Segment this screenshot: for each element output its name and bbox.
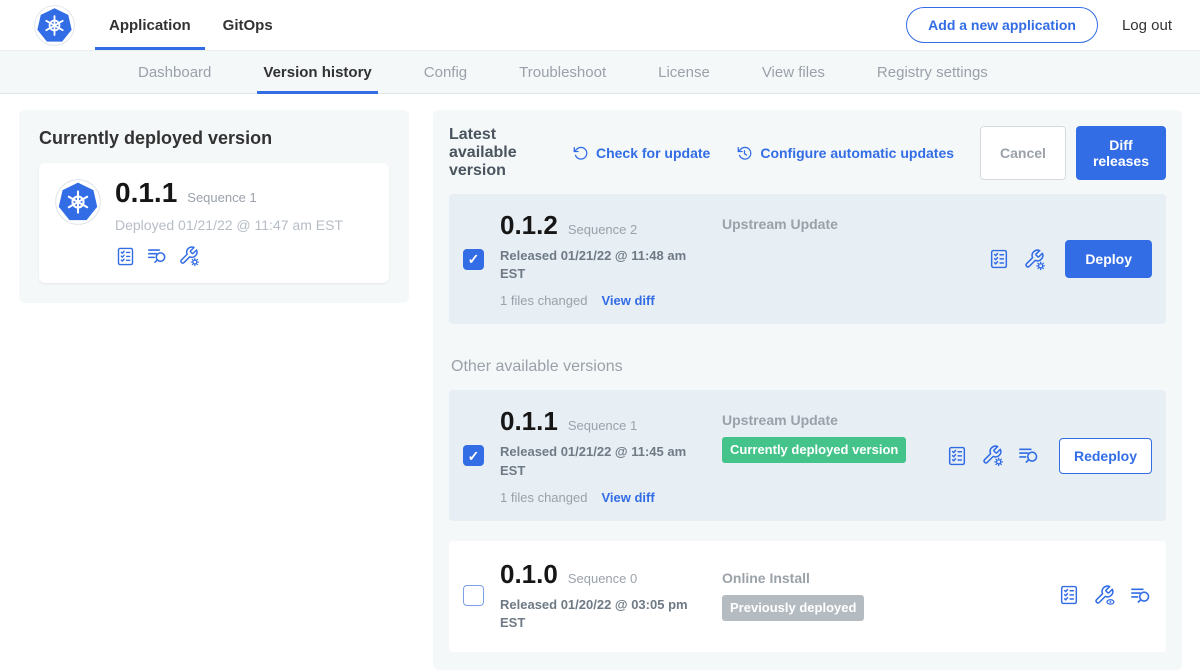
source-label: Online Install bbox=[722, 570, 1058, 586]
version-source: Upstream Update bbox=[720, 216, 988, 232]
version-history-panel: Latest available version Check for updat… bbox=[433, 110, 1182, 670]
diff-releases-button[interactable]: Diff releases bbox=[1076, 126, 1166, 180]
kubernetes-app-icon bbox=[55, 179, 101, 225]
deployed-sequence-label: Sequence 1 bbox=[187, 190, 256, 205]
version-source: Upstream Update Currently deployed versi… bbox=[720, 412, 946, 463]
deployed-timestamp: Deployed 01/21/22 @ 11:47 am EST bbox=[115, 217, 343, 233]
other-versions-title: Other available versions bbox=[451, 358, 1166, 376]
deploy-button[interactable]: Deploy bbox=[1065, 240, 1152, 278]
check-for-update-link[interactable]: Check for update bbox=[572, 145, 710, 162]
preflight-checks-icon[interactable] bbox=[946, 445, 968, 467]
subnav-registry-settings[interactable]: Registry settings bbox=[877, 51, 988, 93]
view-config-icon[interactable] bbox=[1093, 584, 1116, 607]
released-timestamp: Released 01/21/22 @ 11:45 am EST bbox=[500, 443, 696, 479]
logout-link[interactable]: Log out bbox=[1122, 17, 1172, 34]
subnav-dashboard[interactable]: Dashboard bbox=[138, 51, 211, 93]
edit-config-icon[interactable] bbox=[178, 245, 200, 267]
edit-config-icon[interactable] bbox=[981, 444, 1004, 467]
kots-admin-console: Application GitOps Add a new application… bbox=[0, 0, 1200, 670]
app-subnav: Dashboard Version history Config Trouble… bbox=[0, 50, 1200, 94]
kubernetes-logo-icon[interactable] bbox=[34, 5, 75, 46]
version-row-0-1-0: 0.1.0 Sequence 0 Released 01/20/22 @ 03:… bbox=[449, 541, 1166, 652]
sequence-label: Sequence 0 bbox=[568, 571, 637, 586]
version-info: 0.1.1 Sequence 1 Released 01/21/22 @ 11:… bbox=[500, 406, 720, 504]
version-actions bbox=[1058, 584, 1152, 607]
header-actions: Cancel Diff releases bbox=[980, 126, 1166, 180]
subnav-view-files[interactable]: View files bbox=[762, 51, 825, 93]
version-actions: Deploy bbox=[988, 240, 1152, 278]
version-info: 0.1.0 Sequence 0 Released 01/20/22 @ 03:… bbox=[500, 559, 720, 632]
cancel-button[interactable]: Cancel bbox=[980, 126, 1066, 180]
top-navbar: Application GitOps Add a new application… bbox=[0, 0, 1200, 50]
version-checkbox[interactable] bbox=[463, 445, 484, 466]
source-label: Upstream Update bbox=[722, 412, 946, 428]
version-info: 0.1.2 Sequence 2 Released 01/21/22 @ 11:… bbox=[500, 210, 720, 308]
clock-update-icon bbox=[736, 145, 753, 162]
subnav-troubleshoot[interactable]: Troubleshoot bbox=[519, 51, 606, 93]
tab-gitops-label: GitOps bbox=[223, 17, 273, 34]
sequence-label: Sequence 2 bbox=[568, 222, 637, 237]
top-tabs: Application GitOps bbox=[95, 0, 287, 50]
currently-deployed-badge: Currently deployed version bbox=[722, 437, 906, 463]
version-row-0-1-1: 0.1.1 Sequence 1 Released 01/21/22 @ 11:… bbox=[449, 390, 1166, 520]
version-number: 0.1.2 bbox=[500, 210, 558, 241]
version-number: 0.1.1 bbox=[500, 406, 558, 437]
latest-available-title: Latest available version bbox=[449, 126, 558, 180]
files-changed-label: 1 files changed bbox=[500, 490, 587, 505]
tab-gitops[interactable]: GitOps bbox=[209, 0, 287, 50]
tab-application[interactable]: Application bbox=[95, 0, 205, 50]
released-timestamp: Released 01/21/22 @ 11:48 am EST bbox=[500, 247, 696, 283]
currently-deployed-card: Currently deployed version 0.1.1 Sequenc… bbox=[19, 110, 409, 303]
preflight-checks-icon[interactable] bbox=[115, 246, 136, 267]
tab-application-label: Application bbox=[109, 17, 191, 34]
deploy-logs-icon[interactable] bbox=[1017, 444, 1040, 467]
edit-config-icon[interactable] bbox=[1023, 248, 1046, 271]
deploy-logs-icon[interactable] bbox=[1129, 584, 1152, 607]
main-content: Currently deployed version 0.1.1 Sequenc… bbox=[0, 94, 1200, 670]
panel-header: Latest available version Check for updat… bbox=[449, 126, 1166, 180]
preflight-checks-icon[interactable] bbox=[1058, 584, 1080, 606]
deployed-version-number: 0.1.1 bbox=[115, 177, 177, 209]
deployed-card-title: Currently deployed version bbox=[39, 128, 389, 149]
subnav-version-history[interactable]: Version history bbox=[263, 51, 371, 93]
deploy-logs-icon[interactable] bbox=[146, 245, 168, 267]
files-changed-label: 1 files changed bbox=[500, 293, 587, 308]
released-timestamp: Released 01/20/22 @ 03:05 pm EST bbox=[500, 596, 696, 632]
sequence-label: Sequence 1 bbox=[568, 418, 637, 433]
redeploy-button[interactable]: Redeploy bbox=[1059, 438, 1152, 474]
subnav-config[interactable]: Config bbox=[424, 51, 467, 93]
add-new-application-button[interactable]: Add a new application bbox=[906, 7, 1098, 43]
configure-automatic-updates-link[interactable]: Configure automatic updates bbox=[736, 145, 954, 162]
deployed-version-card: 0.1.1 Sequence 1 Deployed 01/21/22 @ 11:… bbox=[39, 163, 389, 283]
version-source: Online Install Previously deployed bbox=[720, 570, 1058, 621]
subnav-license[interactable]: License bbox=[658, 51, 710, 93]
version-actions: Redeploy bbox=[946, 438, 1152, 474]
deployed-icon-row bbox=[115, 245, 343, 267]
previously-deployed-badge: Previously deployed bbox=[722, 595, 864, 621]
preflight-checks-icon[interactable] bbox=[988, 248, 1010, 270]
version-checkbox[interactable] bbox=[463, 585, 484, 606]
view-diff-link[interactable]: View diff bbox=[601, 490, 654, 505]
version-row-0-1-2: 0.1.2 Sequence 2 Released 01/21/22 @ 11:… bbox=[449, 194, 1166, 324]
topbar-actions: Add a new application Log out bbox=[906, 7, 1172, 43]
source-label: Upstream Update bbox=[722, 216, 988, 232]
version-checkbox[interactable] bbox=[463, 249, 484, 270]
view-diff-link[interactable]: View diff bbox=[601, 293, 654, 308]
version-number: 0.1.0 bbox=[500, 559, 558, 590]
deployed-version-info: 0.1.1 Sequence 1 Deployed 01/21/22 @ 11:… bbox=[115, 177, 343, 267]
refresh-icon bbox=[572, 145, 589, 162]
